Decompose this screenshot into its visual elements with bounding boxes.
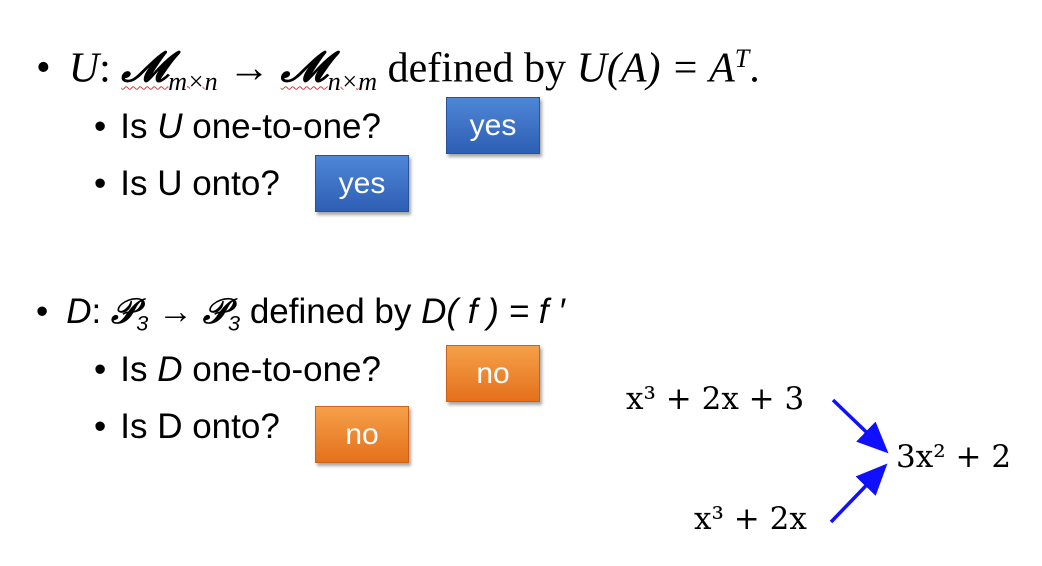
slide: • U: 𝓜m×n → 𝓜n×m defined by U(A) = AT. • I… <box>0 0 1042 566</box>
arrow-top-to-derivative <box>831 398 889 454</box>
arrow-bottom-to-derivative <box>829 463 888 524</box>
mapping-arrows <box>829 398 889 524</box>
